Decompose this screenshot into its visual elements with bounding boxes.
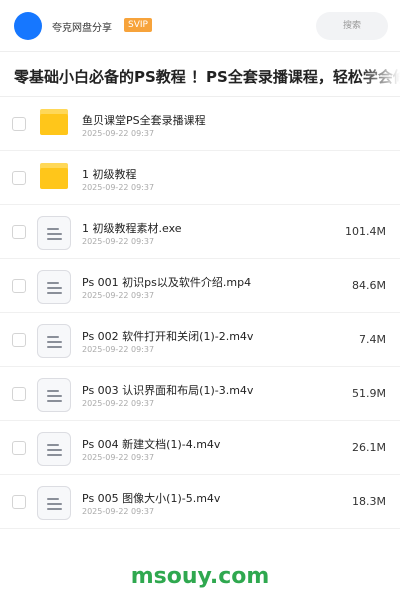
share-title: 零基础小白必备的PS教程 ！PS全套录播课程，轻松学会修图 [14,68,400,86]
file-row[interactable]: Ps 003 认识界面和布局(1)-3.m4v 2025-09-22 09:37 5… [0,367,400,421]
file-icon [37,486,71,520]
svip-badge: SVIP [124,18,152,32]
file-date: 2025-09-22 09:37 [82,453,155,462]
folder-row[interactable]: 1 初级教程 2025-09-22 09:37 [0,151,400,205]
file-name: Ps 004 新建文档(1)-4.m4v [82,438,221,451]
file-row[interactable]: Ps 005 图像大小(1)-5.m4v 2025-09-22 09:37 18.3… [0,475,400,529]
file-size: 26.1M [352,441,386,454]
file-date: 2025-09-22 09:37 [82,237,155,246]
file-icon [37,378,71,412]
row-checkbox[interactable] [12,441,26,455]
file-name: Ps 001 初识ps以及软件介绍.mp4 [82,276,252,289]
file-name: 1 初级教程 [82,168,137,181]
file-icon [37,270,71,304]
file-name: Ps 003 认识界面和布局(1)-3.m4v [82,384,254,397]
file-row[interactable]: Ps 004 新建文档(1)-4.m4v 2025-09-22 09:37 26.1… [0,421,400,475]
row-checkbox[interactable] [12,279,26,293]
row-checkbox[interactable] [12,171,26,185]
title-fade [360,60,400,92]
file-size: 18.3M [352,495,386,508]
file-name: Ps 002 软件打开和关闭(1)-2.m4v [82,330,254,343]
folder-row[interactable]: 鱼贝课堂PS全套录播课程 2025-09-22 09:37 [0,97,400,151]
account-name[interactable]: 夸克网盘分享 [52,19,112,34]
file-name: 1 初级教程素材.exe [82,222,182,235]
file-name: Ps 005 图像大小(1)-5.m4v [82,492,221,505]
file-name: 鱼贝课堂PS全套录播课程 [82,114,206,127]
file-date: 2025-09-22 09:37 [82,507,155,516]
file-date: 2025-09-22 09:37 [82,291,155,300]
file-icon [37,432,71,466]
file-size: 7.4M [359,333,386,346]
file-date: 2025-09-22 09:37 [82,345,155,354]
row-checkbox[interactable] [12,117,26,131]
file-list: 鱼贝课堂PS全套录播课程 2025-09-22 09:37 1 初级教程 2025-0… [0,97,400,529]
file-size: 84.6M [352,279,386,292]
row-checkbox[interactable] [12,333,26,347]
file-row[interactable]: 1 初级教程素材.exe 2025-09-22 09:37 101.4M [0,205,400,259]
file-date: 2025-09-22 09:37 [82,399,155,408]
file-row[interactable]: Ps 001 初识ps以及软件介绍.mp4 2025-09-22 09:37 84.… [0,259,400,313]
file-date: 2025-09-22 09:37 [82,183,155,192]
header: 夸克网盘分享 SVIP 搜索 [0,0,400,52]
search-input[interactable]: 搜索 [316,12,388,40]
file-size: 101.4M [345,225,386,238]
file-date: 2025-09-22 09:37 [82,129,155,138]
row-checkbox[interactable] [12,225,26,239]
file-icon [37,324,71,358]
folder-icon [40,163,68,189]
row-checkbox[interactable] [12,495,26,509]
watermark: msouy.com [130,564,270,589]
file-icon [37,216,71,250]
row-checkbox[interactable] [12,387,26,401]
file-row[interactable]: Ps 002 软件打开和关闭(1)-2.m4v 2025-09-22 09:37 7… [0,313,400,367]
folder-icon [40,109,68,135]
avatar[interactable] [14,12,42,40]
file-size: 51.9M [352,387,386,400]
